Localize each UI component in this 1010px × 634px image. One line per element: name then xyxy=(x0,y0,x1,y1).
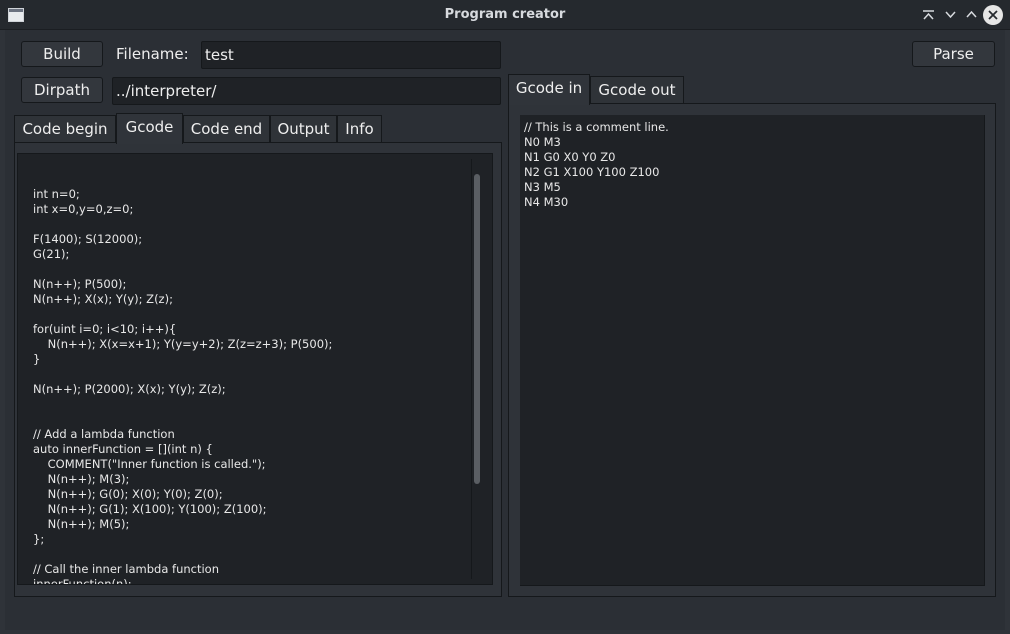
main-window: Build Filename: test Parse Dirpath ../in… xyxy=(5,30,1005,630)
gcode-in-view[interactable]: // This is a comment line. N0 M3 N1 G0 X… xyxy=(520,115,985,586)
dirpath-field[interactable]: ../interpreter/ xyxy=(112,77,501,105)
tab-info[interactable]: Info xyxy=(337,115,382,143)
tab-code-begin[interactable]: Code begin xyxy=(14,115,116,143)
gcode-in-pane: // This is a comment line. N0 M3 N1 G0 X… xyxy=(508,103,996,597)
filename-field[interactable]: test xyxy=(201,41,501,69)
window-title: Program creator xyxy=(444,7,566,22)
gcode-tab-pane: int n=0; int x=0,y=0,z=0; F(1400); S(120… xyxy=(14,142,502,597)
dirpath-button[interactable]: Dirpath xyxy=(21,77,103,103)
tab-gcode-in[interactable]: Gcode in xyxy=(508,74,590,105)
build-button[interactable]: Build xyxy=(21,41,103,67)
title-bar: Program creator xyxy=(0,0,1010,30)
tab-output[interactable]: Output xyxy=(270,115,337,143)
maximize-icon[interactable] xyxy=(961,5,981,25)
tab-gcode[interactable]: Gcode xyxy=(116,113,183,144)
close-icon[interactable] xyxy=(983,5,1003,25)
gcode-in-text[interactable]: // This is a comment line. N0 M3 N1 G0 X… xyxy=(524,120,954,210)
right-tab-bar: Gcode in Gcode out xyxy=(508,74,998,105)
gcode-editor[interactable]: int n=0; int x=0,y=0,z=0; F(1400); S(120… xyxy=(17,153,493,585)
left-tab-bar: Code begin Gcode Code end Output Info xyxy=(14,113,504,144)
tab-gcode-out[interactable]: Gcode out xyxy=(590,76,684,104)
minimize-icon[interactable] xyxy=(940,5,960,25)
scrollbar-thumb[interactable] xyxy=(474,174,480,484)
filename-label: Filename: xyxy=(116,45,189,63)
gcode-editor-text[interactable]: int n=0; int x=0,y=0,z=0; F(1400); S(120… xyxy=(33,187,462,584)
keep-above-icon[interactable] xyxy=(918,5,938,25)
gcode-editor-scrollbar[interactable] xyxy=(471,159,482,579)
parse-button[interactable]: Parse xyxy=(912,41,995,67)
tab-code-end[interactable]: Code end xyxy=(183,115,270,143)
